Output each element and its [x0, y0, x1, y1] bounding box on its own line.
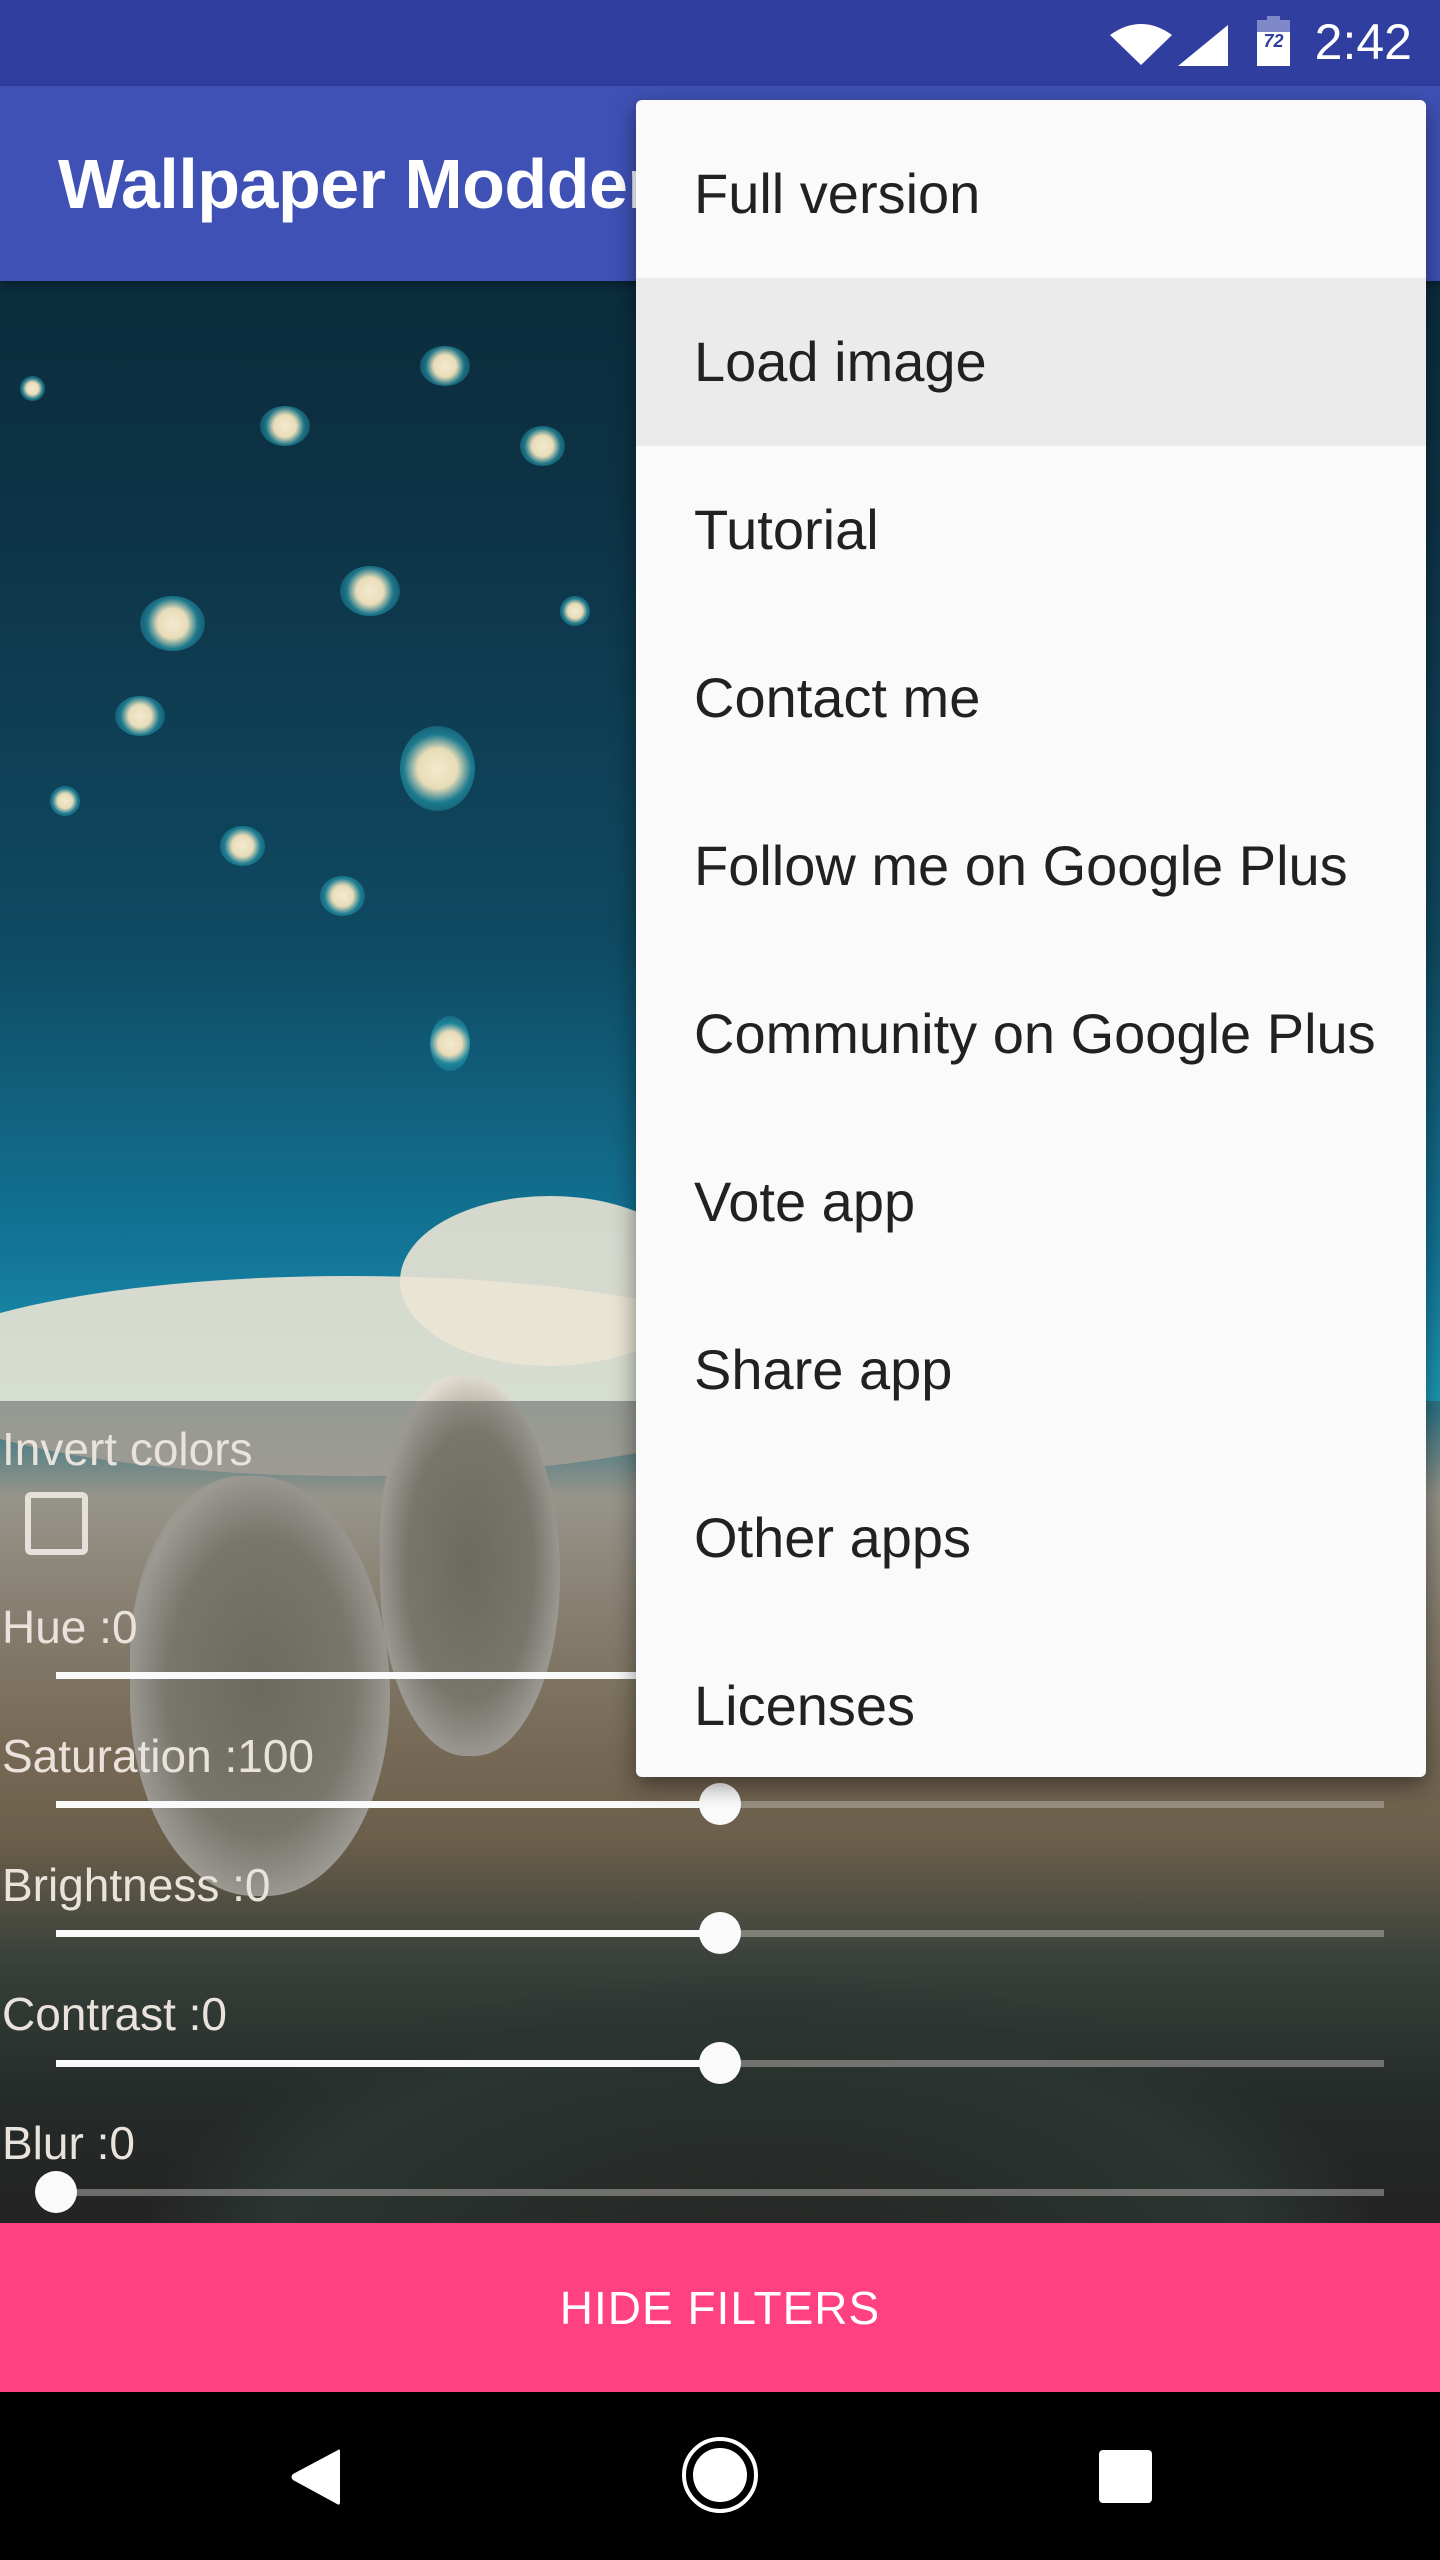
saturation-slider[interactable]	[56, 1782, 1384, 1826]
slider-track	[56, 2189, 1384, 2196]
contrast-slider[interactable]	[56, 2041, 1384, 2085]
menu-item-community-on-google-plus[interactable]: Community on Google Plus	[636, 950, 1426, 1118]
wifi-icon	[1110, 24, 1172, 65]
slider-fill	[56, 1672, 720, 1679]
slider-fill	[56, 2060, 720, 2067]
menu-item-full-version[interactable]: Full version	[636, 110, 1426, 278]
menu-item-other-apps[interactable]: Other apps	[636, 1454, 1426, 1622]
navigation-bar	[0, 2392, 1440, 2560]
status-time: 2:42	[1314, 14, 1412, 70]
cell-signal-icon	[1178, 25, 1228, 66]
menu-item-follow-me-on-google-plus[interactable]: Follow me on Google Plus	[636, 782, 1426, 950]
saturation-label: Saturation :100	[2, 1730, 315, 1782]
invert-colors-label: Invert colors	[2, 1423, 253, 1475]
blur-slider[interactable]	[35, 2170, 1384, 2214]
slider-fill	[56, 1930, 720, 1937]
slider-thumb[interactable]	[699, 2042, 741, 2084]
recents-icon[interactable]	[1099, 2450, 1152, 2503]
menu-item-licenses[interactable]: Licenses	[636, 1622, 1426, 1777]
battery-icon: 72	[1257, 16, 1290, 66]
app-title: Wallpaper Modder	[58, 145, 655, 223]
menu-item-tutorial[interactable]: Tutorial	[636, 446, 1426, 614]
slider-thumb[interactable]	[699, 1912, 741, 1954]
overflow-menu: Full version Load image Tutorial Contact me…	[636, 100, 1426, 1777]
menu-item-load-image[interactable]: Load image	[636, 278, 1426, 446]
menu-item-contact-me[interactable]: Contact me	[636, 614, 1426, 782]
slider-thumb[interactable]	[35, 2171, 77, 2213]
contrast-label: Contrast :0	[2, 1988, 227, 2040]
menu-item-vote-app[interactable]: Vote app	[636, 1118, 1426, 1286]
hide-filters-button[interactable]: HIDE FILTERS	[0, 2223, 1440, 2392]
slider-thumb[interactable]	[699, 1783, 741, 1825]
home-icon[interactable]	[680, 2435, 760, 2515]
hue-label: Hue :0	[2, 1601, 138, 1653]
brightness-slider[interactable]	[56, 1911, 1384, 1955]
back-icon[interactable]	[290, 2448, 340, 2506]
brightness-label: Brightness :0	[2, 1859, 271, 1911]
menu-item-share-app[interactable]: Share app	[636, 1286, 1426, 1454]
battery-level: 72	[1263, 31, 1284, 51]
status-bar: 72 2:42	[0, 0, 1440, 86]
slider-fill	[56, 1801, 720, 1808]
blur-label: Blur :0	[2, 2117, 135, 2169]
invert-colors-checkbox[interactable]	[25, 1492, 88, 1555]
